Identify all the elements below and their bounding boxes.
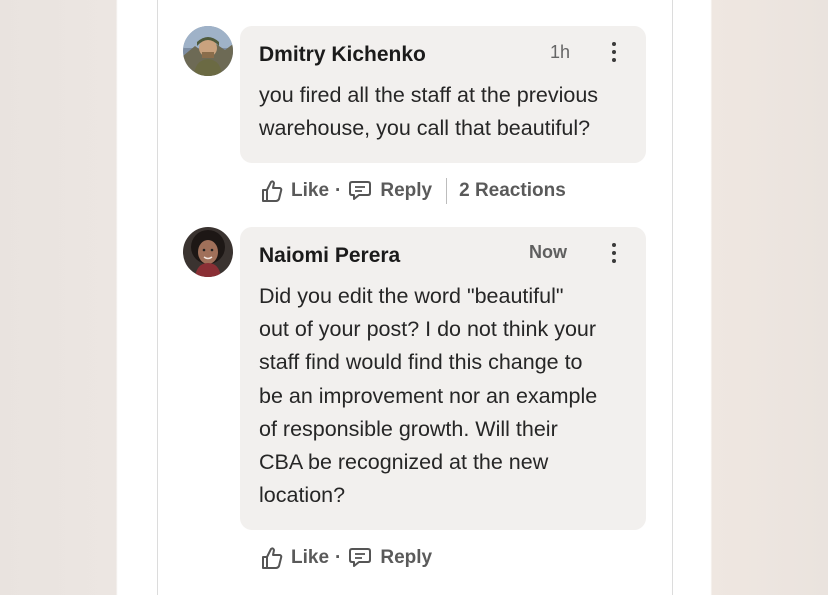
comment-timestamp: Now <box>529 242 567 262</box>
comment-actions: Like · Reply 2 Reactions <box>261 176 566 206</box>
avatar[interactable] <box>183 26 233 76</box>
like-button[interactable]: Like <box>261 546 329 570</box>
separator-dot: · <box>335 547 342 568</box>
comment-text: Did you edit the word "beautiful" out of… <box>259 280 597 512</box>
divider <box>446 178 448 204</box>
comment-bubble: Dmitry Kichenko 1h you fired all the sta… <box>240 26 646 163</box>
comments-panel: Dmitry Kichenko 1h you fired all the sta… <box>157 0 673 595</box>
thumbs-up-icon <box>262 180 283 202</box>
reply-label: Reply <box>380 180 433 201</box>
comment-text: you fired all the staff at the previous … <box>259 79 598 145</box>
comment-text-line: out of your post? I do not think your <box>259 317 597 342</box>
comment-text-line: Did you edit the word "beautiful" <box>259 284 564 308</box>
comment-author[interactable]: Naiomi Perera <box>259 244 400 268</box>
comment-text-line: CBA be recognized at the new <box>259 450 549 475</box>
comment-actions: Like · Reply <box>261 543 432 573</box>
reply-label: Reply <box>380 547 433 568</box>
reactions-count[interactable]: 2 Reactions <box>459 180 566 202</box>
comment-bubble: Naiomi Perera Now Did you edit the word … <box>240 227 646 530</box>
comment-text-line: warehouse, you call that beautiful? <box>259 116 591 141</box>
avatar[interactable] <box>183 227 233 277</box>
speech-bubble-icon <box>349 548 372 567</box>
like-label: Like <box>291 180 330 201</box>
comment-timestamp: 1h <box>550 42 571 62</box>
comment-author[interactable]: Dmitry Kichenko <box>259 43 426 67</box>
separator-dot: · <box>335 180 342 201</box>
comment-text-line: you fired all the staff at the previous <box>259 83 599 107</box>
like-button[interactable]: Like <box>261 179 329 203</box>
comment-text-line: be an improvement nor an example <box>259 383 598 408</box>
thumbs-up-icon <box>262 547 283 569</box>
comment-text-line: staff find would find this change to <box>259 350 583 375</box>
comment-text-line: location? <box>259 483 346 508</box>
like-label: Like <box>291 547 330 568</box>
reply-button[interactable]: Reply <box>348 547 432 569</box>
comment-text-line: of responsible growth. Will their <box>259 416 558 441</box>
more-vertical-icon[interactable] <box>604 38 624 68</box>
more-vertical-icon[interactable] <box>604 239 624 269</box>
reply-button[interactable]: Reply <box>348 180 432 202</box>
speech-bubble-icon <box>349 181 372 200</box>
